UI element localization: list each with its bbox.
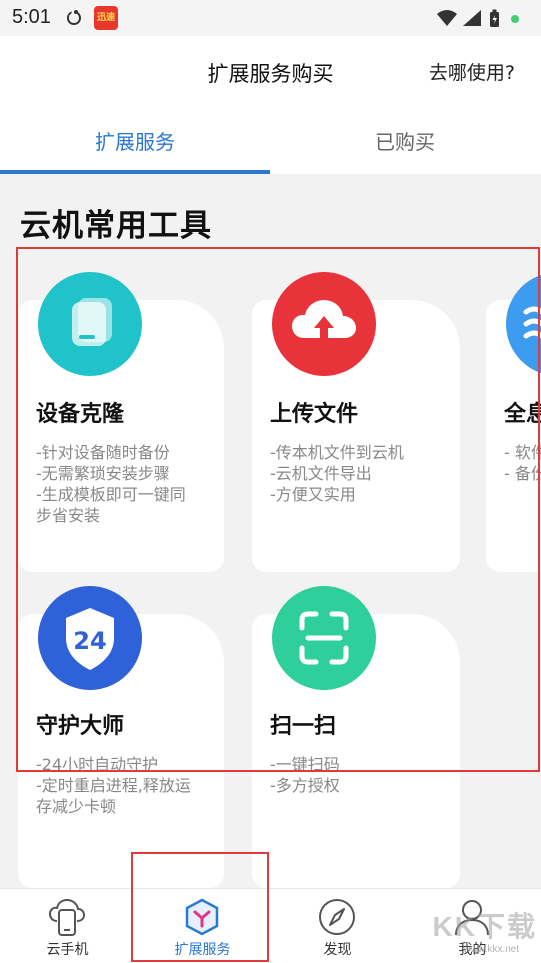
app-notification-icon <box>67 10 81 25</box>
tools-content[interactable]: 云机常用工具 设备克隆 -针对设备随时备份 -无需繁琐安装步骤 -生成模板即可一… <box>0 174 541 888</box>
card-title: 守护大师 <box>36 714 125 739</box>
nav-discover[interactable]: 发现 <box>270 889 405 963</box>
dot-icon <box>511 15 519 23</box>
card-description: -传本机文件到云机 -云机文件导出 -方便又实用 <box>270 442 460 505</box>
backup-icon <box>506 272 541 376</box>
card-description: -24小时自动守护 -定时重启进程,释放运 存减少卡顿 <box>36 754 226 817</box>
card-title: 扫一扫 <box>270 714 337 739</box>
section-title: 云机常用工具 <box>20 208 212 244</box>
desc-line: -传本机文件到云机 <box>270 443 404 462</box>
svg-text:24: 24 <box>73 627 106 655</box>
tab-extension-services[interactable]: 扩展服务 <box>0 126 270 155</box>
header: 扩展服务购买 去哪使用? <box>0 36 541 108</box>
wifi-icon <box>437 10 457 26</box>
status-bar: 5:01 迅速 <box>0 0 541 36</box>
tab-bar: 扩展服务 已购买 <box>0 108 541 174</box>
nav-label: 发现 <box>323 942 352 958</box>
desc-line: -多方授权 <box>270 776 340 795</box>
desc-line: -生成模板即可一键同 <box>36 485 186 504</box>
shield-24-icon: 24 <box>38 586 142 690</box>
desc-line: 步省安装 <box>36 506 101 525</box>
desc-line: 存减少卡顿 <box>36 797 117 816</box>
system-status-icons <box>437 9 519 27</box>
device-clone-icon <box>38 272 142 376</box>
nav-extension-services[interactable]: 扩展服务 <box>135 889 270 963</box>
status-time: 5:01 <box>12 6 51 28</box>
card-description: -针对设备随时备份 -无需繁琐安装步骤 -生成模板即可一键同 步省安装 <box>36 442 226 526</box>
battery-icon <box>490 9 499 27</box>
card-title: 全息 <box>504 402 541 427</box>
cloud-upload-icon <box>272 272 376 376</box>
desc-line: -方便又实用 <box>270 485 356 504</box>
app-badge-icon: 迅速 <box>94 6 118 30</box>
desc-line: -针对设备随时备份 <box>36 443 170 462</box>
desc-line: -24小时自动守护 <box>36 755 159 774</box>
nav-cloud-phone[interactable]: 云手机 <box>0 889 135 963</box>
watermark: KK下载 <box>432 911 537 942</box>
nav-label: 扩展服务 <box>174 942 231 958</box>
watermark-url: www.kkx.net <box>463 944 519 955</box>
desc-line: -无需繁琐安装步骤 <box>36 464 170 483</box>
tab-purchased[interactable]: 已购买 <box>270 126 540 155</box>
signal-icon <box>463 10 481 26</box>
extension-cube-icon <box>185 898 219 936</box>
cloud-phone-icon <box>48 898 86 936</box>
scan-icon <box>272 586 376 690</box>
desc-line: -一键扫码 <box>270 755 340 774</box>
desc-line: - 软件 <box>504 443 541 462</box>
card-title: 设备克隆 <box>36 402 125 427</box>
where-to-use-link[interactable]: 去哪使用? <box>429 58 515 85</box>
desc-line: - 备份 <box>504 464 541 483</box>
desc-line: -云机文件导出 <box>270 464 372 483</box>
card-title: 上传文件 <box>270 402 359 427</box>
desc-line: -定时重启进程,释放运 <box>36 776 191 795</box>
card-description: -一键扫码 -多方授权 <box>270 754 460 796</box>
nav-label: 云手机 <box>46 942 89 958</box>
card-description: - 软件 - 备份 <box>504 442 541 484</box>
compass-icon <box>319 899 355 935</box>
